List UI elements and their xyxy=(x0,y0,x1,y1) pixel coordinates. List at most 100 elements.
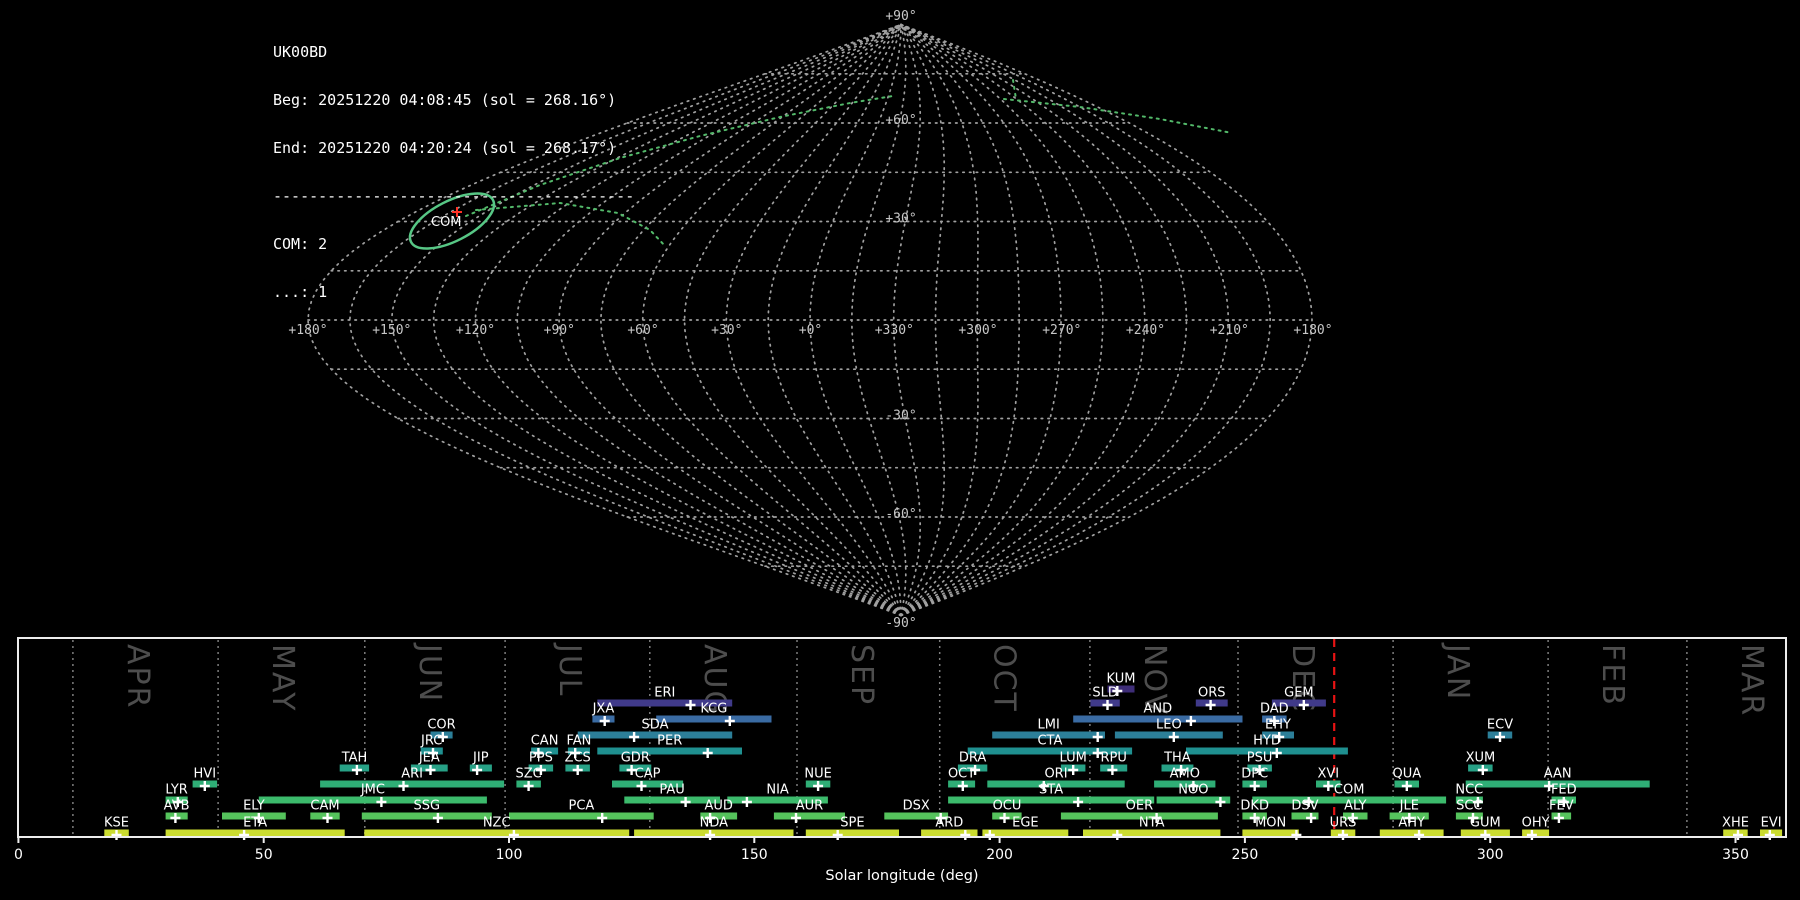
shower-code-label: STA xyxy=(1039,783,1063,798)
x-axis-tick-label: 350 xyxy=(1722,847,1749,863)
shower-code-label: DAD xyxy=(1260,702,1289,717)
radiant-map-and-activity-chart: +90°-90°+60°+30°-30°-60°+180°+150°+120°+… xyxy=(0,0,1800,900)
shower-activity-bar xyxy=(774,813,845,820)
shower-code-label: COM xyxy=(1334,783,1365,798)
shower-code-label: AMO xyxy=(1170,767,1200,782)
shower-code-label: NUE xyxy=(804,767,831,782)
shower-code-label: ETA xyxy=(243,816,267,831)
shower-activity-bar xyxy=(806,830,899,837)
shower-code-label: KSE xyxy=(104,816,129,831)
longitude-label: +120° xyxy=(456,323,495,338)
month-label: JAN xyxy=(1440,642,1475,701)
longitude-label: +240° xyxy=(1126,323,1165,338)
activity-timeline-chart: APRMAYJUNJULAUGSEPOCTNOVDECJANFEBMARKUME… xyxy=(14,638,1786,884)
shower-code-label: EVI xyxy=(1761,816,1782,831)
station-id: UK00BD xyxy=(273,44,634,60)
shower-code-label: AUR xyxy=(796,799,823,814)
x-axis-tick-label: 300 xyxy=(1477,847,1504,863)
shower-activity-bar xyxy=(656,716,771,723)
shower-DPC: DPC xyxy=(1241,767,1268,792)
shower-code-label: SZC xyxy=(515,767,541,782)
shower-ECV: ECV xyxy=(1487,718,1513,743)
month-label: APR xyxy=(120,644,155,709)
month-label: OCT xyxy=(987,644,1022,713)
shower-activity-bar xyxy=(1242,830,1298,837)
shower-code-label: XUM xyxy=(1466,751,1496,766)
shower-code-label: AAN xyxy=(1544,767,1572,782)
shower-code-label: JEA xyxy=(418,751,440,766)
pole-label-north: +90° xyxy=(885,9,916,24)
observation-header: UK00BD Beg: 20251220 04:08:45 (sol = 268… xyxy=(273,12,634,316)
longitude-label: +0° xyxy=(799,323,822,338)
shower-FEV: FEV xyxy=(1549,799,1574,824)
longitude-label: +330° xyxy=(875,323,914,338)
shower-code-label: JXA xyxy=(592,702,615,717)
shower-activity-bar xyxy=(948,797,1154,804)
shower-code-label: AHY xyxy=(1398,816,1425,831)
x-axis-title: Solar longitude (deg) xyxy=(825,868,978,884)
shower-activity-bar xyxy=(578,732,733,739)
shower-code-label: XHE xyxy=(1722,816,1749,831)
shower-code-label: ERI xyxy=(654,686,675,701)
longitude-label: +60° xyxy=(627,323,658,338)
shower-code-label: LUM xyxy=(1060,751,1087,766)
shower-activity-bar xyxy=(362,813,492,820)
shower-code-label: HYD xyxy=(1253,734,1281,749)
shower-code-label: CAN xyxy=(531,734,559,749)
shower-activity-bar xyxy=(320,781,504,788)
shower-code-label: SDA xyxy=(642,718,669,733)
shower-JXA: JXA xyxy=(592,702,615,727)
shower-code-label: TAH xyxy=(341,751,368,766)
shower-activity-bar xyxy=(509,813,654,820)
shower-code-label: CTA xyxy=(1037,734,1062,749)
longitude-label: +210° xyxy=(1210,323,1249,338)
shower-activity-bar xyxy=(982,830,1068,837)
shower-code-label: SPE xyxy=(840,816,864,831)
x-axis-tick-label: 250 xyxy=(1232,847,1259,863)
shower-code-label: PCA xyxy=(568,799,594,814)
shower-RPU: RPU xyxy=(1100,751,1127,776)
shower-code-label: ALY xyxy=(1344,799,1366,814)
latitude-label: -30° xyxy=(885,408,916,423)
shower-OCT: OCT xyxy=(948,767,975,792)
shower-code-label: HVI xyxy=(194,767,217,782)
shower-code-label: NTA xyxy=(1139,816,1165,831)
shower-code-label: KCG xyxy=(700,702,727,717)
shower-code-label: GDR xyxy=(621,751,650,766)
shower-code-label: THA xyxy=(1163,751,1191,766)
shower-code-label: SSG xyxy=(414,799,441,814)
longitude-label: +270° xyxy=(1042,323,1081,338)
month-label: MAR xyxy=(1734,644,1769,717)
shower-code-label: JLE xyxy=(1399,799,1419,814)
shower-code-label: NZC xyxy=(483,816,511,831)
shower-code-label: JRC xyxy=(420,734,442,749)
shower-code-label: URS xyxy=(1330,816,1357,831)
shower-AVB: AVB xyxy=(164,799,190,824)
shower-code-label: JMC xyxy=(360,783,385,798)
x-axis-tick-label: 50 xyxy=(255,847,273,863)
shower-code-label: NDA xyxy=(700,816,729,831)
shower-code-label: ELY xyxy=(243,799,265,814)
shower-code-label: COR xyxy=(427,718,455,733)
shower-code-label: LYR xyxy=(165,783,188,798)
shower-SZC: SZC xyxy=(515,767,541,792)
shower-code-label: AND xyxy=(1143,702,1172,717)
month-label: SEP xyxy=(844,644,879,706)
longitude-label: +30° xyxy=(711,323,742,338)
shower-ORS: ORS xyxy=(1196,686,1228,711)
month-label: JUN xyxy=(412,642,447,703)
shower-activity-bar xyxy=(166,830,345,837)
shower-code-label: ECV xyxy=(1487,718,1513,733)
shower-code-label: GUM xyxy=(1470,816,1501,831)
shower-code-label: NIA xyxy=(766,783,789,798)
count-other: ...: 1 xyxy=(273,284,634,300)
shower-activity-bar xyxy=(259,797,487,804)
shower-code-label: NOO xyxy=(1178,783,1208,798)
month-label: MAY xyxy=(265,644,300,712)
shower-code-label: LEO xyxy=(1156,718,1182,733)
shower-CAM: CAM xyxy=(310,799,339,824)
shower-code-label: DSX xyxy=(903,799,930,814)
shower-code-label: ORS xyxy=(1198,686,1226,701)
shower-activity-bar xyxy=(1083,830,1220,837)
shower-code-label: FAN xyxy=(566,734,591,749)
